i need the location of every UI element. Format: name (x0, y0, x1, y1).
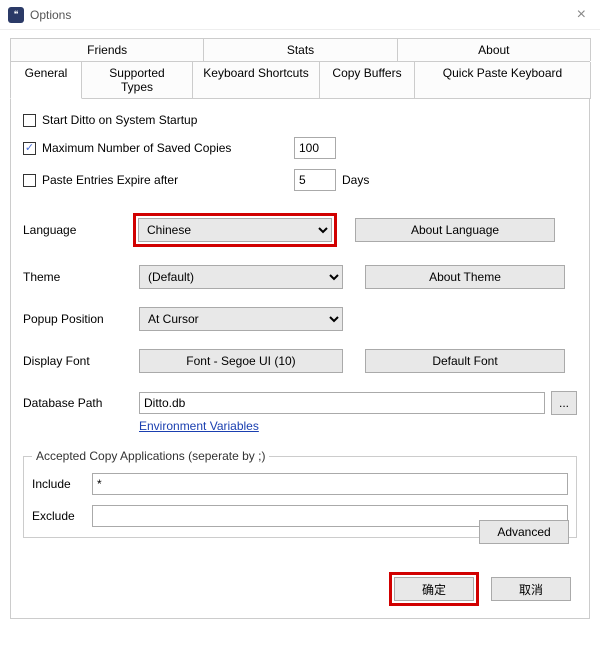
row-theme: Theme (Default) About Theme (23, 265, 577, 289)
startup-label: Start Ditto on System Startup (42, 113, 197, 127)
tab-panel-general: Start Ditto on System Startup Maximum Nu… (10, 99, 590, 619)
include-label: Include (32, 477, 92, 491)
row-expire: Paste Entries Expire after Days (23, 169, 577, 191)
expire-label: Paste Entries Expire after (42, 173, 294, 187)
row-language: Language Chinese About Language (23, 213, 577, 247)
app-icon: ❝ (8, 7, 24, 23)
accepted-apps-legend: Accepted Copy Applications (seperate by … (32, 449, 269, 463)
include-input[interactable] (92, 473, 568, 495)
db-browse-button[interactable]: ... (551, 391, 577, 415)
theme-select[interactable]: (Default) (139, 265, 343, 289)
popup-select[interactable]: At Cursor (139, 307, 343, 331)
row-startup: Start Ditto on System Startup (23, 113, 577, 127)
popup-label: Popup Position (23, 312, 133, 326)
tab-keyboard-shortcuts[interactable]: Keyboard Shortcuts (192, 62, 320, 99)
tab-supported-types[interactable]: Supported Types (81, 62, 193, 99)
row-maxcopies: Maximum Number of Saved Copies (23, 137, 577, 159)
ok-highlight: 确定 (389, 572, 479, 606)
tab-stats[interactable]: Stats (203, 38, 397, 61)
row-dbpath: Database Path ... (23, 391, 577, 415)
font-button[interactable]: Font - Segoe UI (10) (139, 349, 343, 373)
about-language-button[interactable]: About Language (355, 218, 555, 242)
tab-copy-buffers[interactable]: Copy Buffers (319, 62, 415, 99)
db-label: Database Path (23, 396, 133, 410)
maxcopies-input[interactable] (294, 137, 336, 159)
expire-checkbox[interactable] (23, 174, 36, 187)
tab-friends[interactable]: Friends (10, 38, 204, 61)
expire-unit: Days (342, 173, 369, 187)
tab-general[interactable]: General (10, 61, 82, 99)
cancel-button[interactable]: 取消 (491, 577, 571, 601)
about-theme-button[interactable]: About Theme (365, 265, 565, 289)
row-popup: Popup Position At Cursor (23, 307, 577, 331)
tab-about[interactable]: About (397, 38, 591, 61)
maxcopies-label: Maximum Number of Saved Copies (42, 141, 294, 155)
db-path-input[interactable] (139, 392, 545, 414)
language-highlight: Chinese (133, 213, 337, 247)
close-icon[interactable]: × (571, 6, 592, 24)
tab-row-upper: Friends Stats About (10, 38, 590, 62)
startup-checkbox[interactable] (23, 114, 36, 127)
window-title: Options (30, 8, 71, 22)
row-include: Include (32, 473, 568, 495)
default-font-button[interactable]: Default Font (365, 349, 565, 373)
advanced-button[interactable]: Advanced (479, 520, 569, 544)
titlebar: ❝ Options × (0, 0, 600, 30)
row-envvars: Environment Variables (23, 419, 577, 433)
maxcopies-checkbox[interactable] (23, 142, 36, 155)
theme-label: Theme (23, 270, 133, 284)
row-font: Display Font Font - Segoe UI (10) Defaul… (23, 349, 577, 373)
environment-variables-link[interactable]: Environment Variables (139, 419, 259, 433)
font-label: Display Font (23, 354, 133, 368)
tab-row-lower: General Supported Types Keyboard Shortcu… (10, 62, 590, 99)
language-select[interactable]: Chinese (138, 218, 332, 242)
tab-quick-paste-keyboard[interactable]: Quick Paste Keyboard (414, 62, 591, 99)
ok-button[interactable]: 确定 (394, 577, 474, 601)
language-label: Language (23, 223, 133, 237)
expire-input[interactable] (294, 169, 336, 191)
